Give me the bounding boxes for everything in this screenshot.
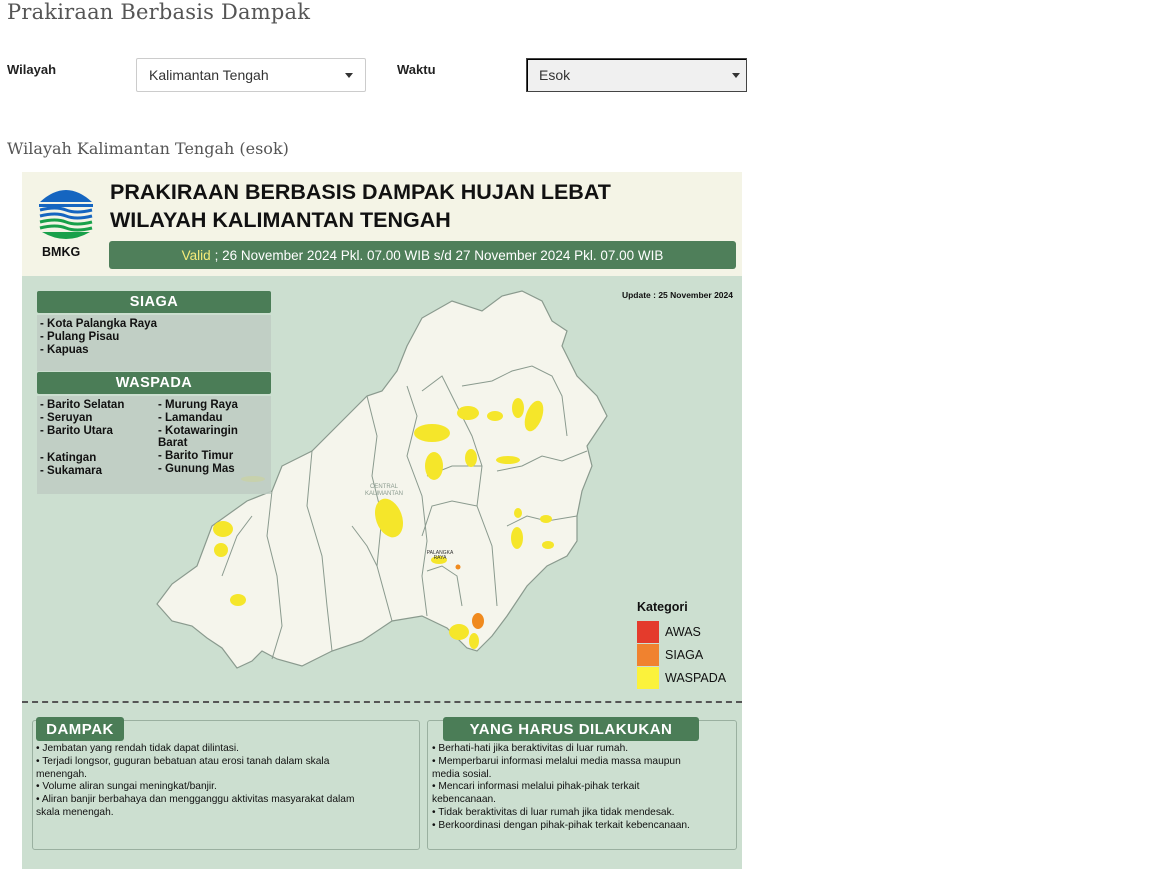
tindakan-line: media sosial. <box>432 768 492 780</box>
siaga-item: - Kota Palangka Raya <box>40 318 157 330</box>
waspada-item: - Barito Timur <box>158 450 234 463</box>
tindakan-line: • Berkoordinasi dengan pihak-pihak terka… <box>432 819 690 831</box>
wilayah-label: Wilayah <box>7 62 57 77</box>
dampak-line: • Terjadi longsor, guguran bebatuan atau… <box>36 755 330 767</box>
infographic-title-line-2: WILAYAH KALIMANTAN TENGAH <box>110 208 451 232</box>
legend-item-siaga: SIAGA <box>637 644 703 666</box>
chevron-down-icon <box>345 72 353 78</box>
waspada-item: - Barito Selatan <box>40 399 125 411</box>
validity-bar: Valid ; 26 November 2024 Pkl. 07.00 WIB … <box>109 241 736 269</box>
legend-swatch <box>637 667 659 689</box>
tindakan-text: • Berhati-hati jika beraktivitas di luar… <box>432 743 734 833</box>
legend-item-waspada: WASPADA <box>637 667 726 689</box>
bmkg-logo-text: BMKG <box>42 245 81 259</box>
waktu-selected-value: Esok <box>539 67 571 83</box>
legend-label: AWAS <box>665 625 701 639</box>
waspada-item: - Kotawaringin <box>158 424 238 437</box>
infographic-title-line-1: PRAKIRAAN BERBASIS DAMPAK HUJAN LEBAT <box>110 180 611 204</box>
waspada-item: - Seruyan <box>40 411 93 424</box>
valid-label: Valid <box>181 247 211 263</box>
legend-swatch <box>637 621 659 643</box>
tindakan-line: • Tidak beraktivitas di luar rumah jika … <box>432 806 675 818</box>
wilayah-selected-value: Kalimantan Tengah <box>149 67 269 83</box>
waspada-item: - Gunung Mas <box>158 462 235 475</box>
waspada-list: - Barito Selatan - Seruyan - Barito Utar… <box>37 396 271 494</box>
dampak-heading: DAMPAK <box>36 717 124 741</box>
tindakan-heading: YANG HARUS DILAKUKAN <box>443 717 699 741</box>
chevron-down-icon <box>732 72 740 78</box>
legend-swatch <box>637 644 659 666</box>
tindakan-line: • Mencari informasi melalui pihak-pihak … <box>432 781 640 793</box>
waspada-item: - Murung Raya <box>158 399 238 411</box>
waspada-heading: WASPADA <box>37 372 271 394</box>
tindakan-line: • Memperbarui informasi melalui media ma… <box>432 755 681 767</box>
infographic-header: BMKG PRAKIRAAN BERBASIS DAMPAK HUJAN LEB… <box>22 172 742 276</box>
siaga-item: - Pulang Pisau <box>40 330 120 343</box>
section-divider <box>22 701 742 703</box>
legend-label: SIAGA <box>665 648 704 662</box>
waspada-item: - Barito Utara <box>40 424 113 437</box>
waspada-item: Barat <box>158 437 188 450</box>
siaga-item: - Kapuas <box>40 343 89 356</box>
impact-forecast-infographic: BMKG PRAKIRAAN BERBASIS DAMPAK HUJAN LEB… <box>22 172 742 869</box>
waspada-item: - Katingan <box>40 452 97 465</box>
map-label-city-2: RAYA <box>434 555 448 561</box>
siaga-list: - Kota Palangka Raya - Pulang Pisau - Ka… <box>37 315 271 371</box>
siaga-heading: SIAGA <box>37 291 271 313</box>
dampak-text: • Jembatan yang rendah tidak dapat dilin… <box>36 743 416 820</box>
tindakan-line: kebencanaan. <box>432 794 497 806</box>
legend-item-awas: AWAS <box>637 621 701 643</box>
section-subtitle: Wilayah Kalimantan Tengah (esok) <box>7 139 289 158</box>
map-label-province-2: KALIMANTAN <box>365 491 403 497</box>
tindakan-line: • Berhati-hati jika beraktivitas di luar… <box>432 743 629 754</box>
dampak-line: • Aliran banjir berbahaya dan mengganggu… <box>36 794 355 806</box>
waktu-select[interactable]: Esok <box>526 58 747 92</box>
dampak-line: skala menengah. <box>36 806 114 818</box>
dampak-line: • Jembatan yang rendah tidak dapat dilin… <box>36 743 239 754</box>
legend-title: Kategori <box>637 600 688 614</box>
wilayah-select[interactable]: Kalimantan Tengah <box>136 58 366 92</box>
dampak-line: menengah. <box>36 768 87 780</box>
waspada-item: - Lamandau <box>158 411 223 424</box>
valid-period: ; 26 November 2024 Pkl. 07.00 WIB s/d 27… <box>214 247 664 263</box>
infographic-title: PRAKIRAAN BERBASIS DAMPAK HUJAN LEBAT WI… <box>110 178 611 234</box>
waspada-item: - Sukamara <box>40 465 103 478</box>
page-title: Prakiraan Berbasis Dampak <box>7 0 311 24</box>
bmkg-logo <box>39 190 93 239</box>
map-label-province: CENTRAL <box>370 484 399 490</box>
waktu-label: Waktu <box>397 62 436 77</box>
update-date: Update : 25 November 2024 <box>621 290 733 300</box>
legend-label: WASPADA <box>665 671 727 685</box>
waspada-item <box>40 437 124 452</box>
dampak-line: • Volume aliran sungai meningkat/banjir. <box>36 781 217 793</box>
